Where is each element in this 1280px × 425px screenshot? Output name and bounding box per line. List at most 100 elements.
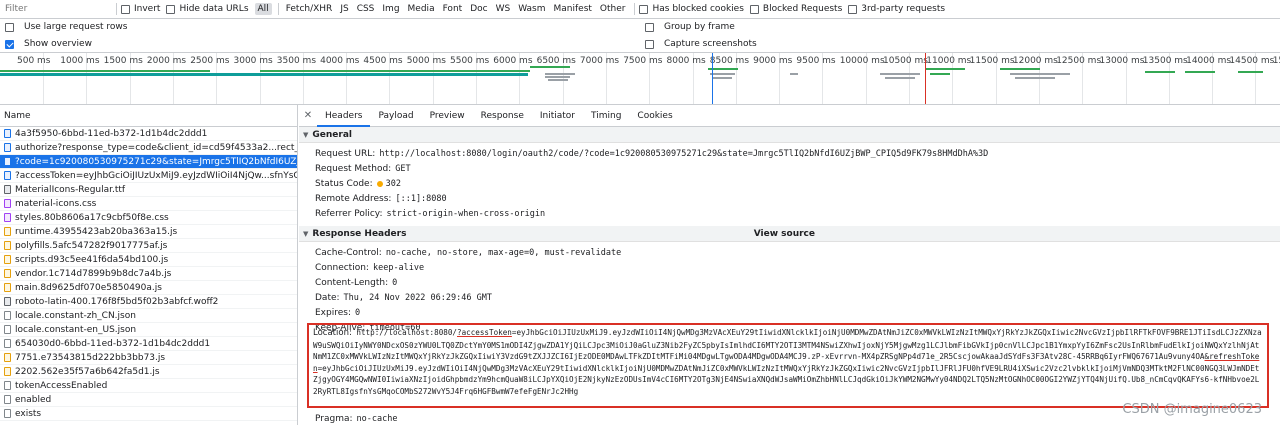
- request-row[interactable]: 654030d0-6bbd-11ed-b372-1d1b4dc2ddd1: [0, 337, 297, 351]
- timeline-request-bar: [1238, 71, 1263, 73]
- location-row: Location: http://localhost:8080/?accessT…: [313, 328, 1262, 396]
- large-rows-checkbox[interactable]: Use large request rows: [5, 22, 127, 32]
- request-row[interactable]: main.8d9625df070e5850490a.js: [0, 281, 297, 295]
- timeline-request-bar: [545, 76, 570, 78]
- request-url-row: Request URL: http://localhost:8080/login/…: [315, 149, 989, 159]
- response-headers-section: Cache-Control: no-cache, no-store, max-ag…: [299, 242, 1280, 335]
- request-name: ?code=1c920080530975271c29&state=Jmrgc5T…: [15, 156, 297, 167]
- other-file-icon: [4, 381, 11, 390]
- request-row[interactable]: enabled: [0, 393, 297, 407]
- type-filter-fetch-xhr[interactable]: Fetch/XHR: [283, 3, 336, 15]
- tab-cookies[interactable]: Cookies: [629, 105, 680, 127]
- type-filter-media[interactable]: Media: [405, 3, 438, 15]
- timeline-tick-label: 10500 ms: [883, 56, 928, 66]
- request-name: material-icons.css: [15, 198, 97, 209]
- network-options: Use large request rows Show overview Gro…: [0, 19, 1280, 53]
- general-section-header[interactable]: ▼ General: [299, 127, 1280, 143]
- view-source-link[interactable]: View source: [754, 229, 815, 239]
- has-blocked-cookies-checkbox[interactable]: Has blocked cookies: [639, 4, 744, 14]
- divider: [116, 3, 117, 15]
- request-row[interactable]: roboto-latin-400.176f8f5bd5f02b3abfcf.wo…: [0, 295, 297, 309]
- checkbox-icon: [645, 22, 654, 32]
- request-row[interactable]: ?code=1c920080530975271c29&state=Jmrgc5T…: [0, 155, 297, 169]
- response-headers-section-header[interactable]: ▼ Response Headers View source: [299, 226, 1280, 242]
- request-row[interactable]: scripts.d93c5ee41f6da54bd100.js: [0, 253, 297, 267]
- timeline-request-bar: [1000, 68, 1040, 70]
- request-name: authorize?response_type=code&client_id=c…: [15, 142, 297, 153]
- tab-initiator[interactable]: Initiator: [532, 105, 583, 127]
- request-row[interactable]: authorize?response_type=code&client_id=c…: [0, 141, 297, 155]
- request-name: main.8d9625df070e5850490a.js: [15, 282, 162, 293]
- request-row[interactable]: 4a3f5950-6bbd-11ed-b372-1d1b4dc2ddd1: [0, 127, 297, 141]
- show-overview-checkbox[interactable]: Show overview: [5, 39, 92, 49]
- referrer-policy-row: Referrer Policy: strict-origin-when-cross…: [315, 209, 546, 219]
- tab-headers[interactable]: Headers: [317, 105, 371, 127]
- type-filter-css[interactable]: CSS: [354, 3, 378, 15]
- css-file-icon: [4, 213, 11, 222]
- checkbox-icon: [749, 4, 759, 14]
- group-by-frame-checkbox[interactable]: Group by frame: [645, 22, 735, 32]
- tab-timing[interactable]: Timing: [583, 105, 629, 127]
- capture-screenshots-checkbox[interactable]: Capture screenshots: [645, 39, 757, 49]
- other-file-icon: [4, 409, 11, 418]
- doc-file-icon: [4, 171, 11, 180]
- timeline-request-bar: [885, 77, 915, 79]
- tab-payload[interactable]: Payload: [370, 105, 421, 127]
- blocked-requests-checkbox[interactable]: Blocked Requests: [749, 4, 842, 14]
- hide-data-urls-checkbox[interactable]: Hide data URLs: [166, 4, 249, 14]
- request-row[interactable]: styles.80b8606a17c9cbf50f8e.css: [0, 211, 297, 225]
- type-filter-doc[interactable]: Doc: [467, 3, 490, 15]
- request-row[interactable]: MaterialIcons-Regular.ttf: [0, 183, 297, 197]
- type-filter-all[interactable]: All: [254, 3, 272, 15]
- request-details: ✕ Headers Payload Preview Response Initi…: [299, 105, 1280, 425]
- request-row[interactable]: exists: [0, 407, 297, 421]
- timeline-request-bar: [880, 73, 920, 75]
- timeline-request-bar: [1015, 77, 1055, 79]
- timeline-request-bar: [0, 70, 210, 72]
- checkbox-icon: [645, 39, 654, 49]
- cache-control-row: Cache-Control: no-cache, no-store, max-ag…: [315, 248, 622, 258]
- timeline-request-bar: [0, 73, 528, 76]
- location-highlight-box: Location: http://localhost:8080/?accessT…: [307, 323, 1269, 408]
- timeline-tick-label: 7500 ms: [623, 56, 663, 66]
- close-icon[interactable]: ✕: [299, 110, 317, 121]
- timeline-request-bar: [1185, 71, 1215, 73]
- timeline-tick-label: 6000 ms: [493, 56, 533, 66]
- type-filter-js[interactable]: JS: [337, 3, 351, 15]
- request-row[interactable]: 2202.562e35f57a6b642fa5d1.js: [0, 365, 297, 379]
- filter-input[interactable]: [2, 1, 112, 17]
- invert-checkbox[interactable]: Invert: [121, 4, 160, 14]
- type-filter-img[interactable]: Img: [379, 3, 402, 15]
- divider: [634, 3, 636, 15]
- request-row[interactable]: material-icons.css: [0, 197, 297, 211]
- timeline-overview[interactable]: 500 ms 1000 ms 1500 ms 2000 ms 2500 ms 3000 m…: [0, 53, 1280, 105]
- type-filter-ws[interactable]: WS: [493, 3, 514, 15]
- request-row[interactable]: 7751.e73543815d222bb3bb73.js: [0, 351, 297, 365]
- request-row[interactable]: vendor.1c714d7899b9b8dc7a4b.js: [0, 267, 297, 281]
- request-row[interactable]: locale.constant-zh_CN.json: [0, 309, 297, 323]
- type-filter-manifest[interactable]: Manifest: [551, 3, 595, 15]
- request-row[interactable]: ?accessToken=eyJhbGciOiJIUzUxMiJ9.eyJzdW…: [0, 169, 297, 183]
- timeline-tick-label: 8000 ms: [666, 56, 706, 66]
- other-file-icon: [4, 311, 11, 320]
- other-file-icon: [4, 339, 11, 348]
- access-token-param: ?accessToken: [457, 328, 512, 337]
- type-filter-other[interactable]: Other: [597, 3, 629, 15]
- timeline-tick-label: 9000 ms: [753, 56, 793, 66]
- request-row[interactable]: tokenAccessEnabled: [0, 379, 297, 393]
- request-row[interactable]: polyfills.5afc547282f9017775af.js: [0, 239, 297, 253]
- type-filter-font[interactable]: Font: [440, 3, 466, 15]
- tab-preview[interactable]: Preview: [422, 105, 473, 127]
- request-rows: 4a3f5950-6bbd-11ed-b372-1d1b4dc2ddd1 auth…: [0, 127, 297, 421]
- request-name: tokenAccessEnabled: [15, 380, 108, 391]
- timeline-tick-label: 11000 ms: [926, 56, 972, 66]
- third-party-requests-checkbox[interactable]: 3rd-party requests: [848, 4, 945, 14]
- name-column-header[interactable]: Name: [0, 105, 297, 127]
- tab-response[interactable]: Response: [473, 105, 532, 127]
- request-name: polyfills.5afc547282f9017775af.js: [15, 240, 168, 251]
- request-row[interactable]: locale.constant-en_US.json: [0, 323, 297, 337]
- type-filter-wasm[interactable]: Wasm: [515, 3, 548, 15]
- timeline-request-bar: [260, 70, 530, 72]
- request-row[interactable]: runtime.43955423ab20ba363a15.js: [0, 225, 297, 239]
- timeline-tick-label: 13500 ms: [1142, 56, 1188, 66]
